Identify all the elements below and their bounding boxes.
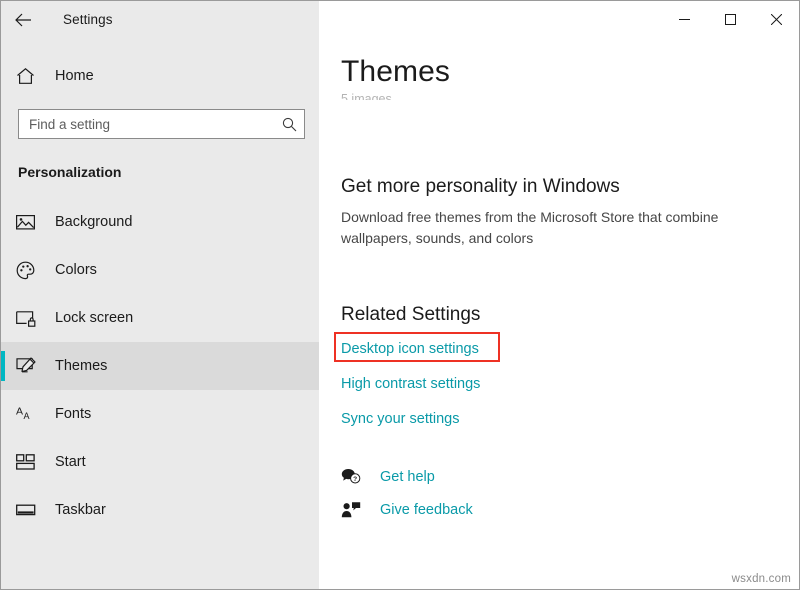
window-title: Settings bbox=[63, 12, 113, 27]
give-feedback-label: Give feedback bbox=[380, 502, 473, 518]
picture-icon bbox=[16, 214, 42, 231]
maximize-button[interactable] bbox=[707, 1, 753, 38]
sidebar-item-background[interactable]: Background bbox=[1, 198, 319, 246]
start-tiles-icon bbox=[16, 454, 42, 470]
home-label: Home bbox=[55, 68, 94, 84]
clipped-scroll-text: 5 images bbox=[341, 92, 773, 100]
content-pane: Themes 5 images Get more personality in … bbox=[319, 38, 799, 589]
sidebar-item-label: Fonts bbox=[55, 406, 91, 422]
sidebar-item-start[interactable]: Start bbox=[1, 438, 319, 486]
page-title: Themes bbox=[341, 55, 773, 89]
search-icon[interactable] bbox=[274, 117, 304, 132]
minimize-icon bbox=[679, 14, 690, 25]
close-button[interactable] bbox=[753, 1, 799, 38]
sidebar-item-label: Lock screen bbox=[55, 310, 133, 326]
content-inner: Themes 5 images Get more personality in … bbox=[319, 55, 799, 518]
sidebar-item-label: Themes bbox=[55, 358, 107, 374]
related-link-row: High contrast settings bbox=[341, 375, 773, 393]
svg-text:A: A bbox=[24, 411, 30, 421]
search-input[interactable] bbox=[19, 110, 274, 138]
sidebar-item-label: Start bbox=[55, 454, 86, 470]
sidebar-item-label: Colors bbox=[55, 262, 97, 278]
monitor-pencil-icon bbox=[16, 357, 42, 375]
maximize-icon bbox=[725, 14, 736, 25]
sidebar-item-taskbar[interactable]: Taskbar bbox=[1, 486, 319, 534]
svg-text:A: A bbox=[16, 406, 23, 418]
give-feedback-row[interactable]: Give feedback bbox=[341, 501, 486, 518]
taskbar-icon bbox=[16, 503, 42, 517]
sidebar-section-label: Personalization bbox=[18, 164, 319, 180]
sidebar-item-label: Taskbar bbox=[55, 502, 106, 518]
personality-section: Get more personality in Windows Download… bbox=[341, 176, 773, 249]
font-aa-icon: A A bbox=[16, 405, 42, 423]
get-help-label: Get help bbox=[380, 469, 435, 485]
related-link-row: Desktop icon settings bbox=[341, 340, 773, 358]
title-bar: Settings bbox=[1, 1, 799, 38]
title-bar-drag-region[interactable] bbox=[319, 1, 661, 38]
settings-window: Settings bbox=[0, 0, 800, 590]
help-bubble-icon: ? bbox=[341, 468, 371, 485]
feedback-person-icon bbox=[341, 501, 371, 518]
close-icon bbox=[771, 14, 782, 25]
minimize-button[interactable] bbox=[661, 1, 707, 38]
sidebar-item-themes[interactable]: Themes bbox=[1, 342, 319, 390]
related-settings-section: Related Settings Desktop icon settings H… bbox=[341, 304, 773, 428]
window-controls bbox=[661, 1, 799, 38]
sidebar-nav-list: Background Colors bbox=[1, 198, 319, 534]
search-box[interactable] bbox=[18, 109, 305, 139]
sidebar: Home Personalization bbox=[1, 38, 319, 589]
sidebar-item-colors[interactable]: Colors bbox=[1, 246, 319, 294]
get-help-row[interactable]: ? Get help bbox=[341, 468, 486, 485]
lock-screen-icon bbox=[16, 310, 42, 327]
related-link-row: Sync your settings bbox=[341, 410, 773, 428]
home-icon bbox=[16, 67, 42, 85]
personality-description: Download free themes from the Microsoft … bbox=[341, 207, 756, 249]
title-bar-left: Settings bbox=[1, 1, 319, 38]
palette-icon bbox=[16, 261, 42, 280]
link-high-contrast-settings[interactable]: High contrast settings bbox=[341, 376, 480, 393]
sidebar-item-home[interactable]: Home bbox=[1, 57, 319, 95]
related-links-list: Desktop icon settings High contrast sett… bbox=[341, 340, 773, 428]
watermark: wsxdn.com bbox=[732, 573, 791, 585]
related-settings-heading: Related Settings bbox=[341, 304, 773, 326]
personality-heading: Get more personality in Windows bbox=[341, 176, 773, 198]
back-button[interactable] bbox=[1, 1, 45, 38]
svg-text:?: ? bbox=[353, 476, 357, 483]
help-section: ? Get help Give feedback bbox=[341, 468, 773, 518]
link-desktop-icon-settings[interactable]: Desktop icon settings bbox=[341, 341, 479, 358]
back-arrow-icon bbox=[15, 13, 32, 27]
sidebar-item-label: Background bbox=[55, 214, 132, 230]
sidebar-item-fonts[interactable]: A A Fonts bbox=[1, 390, 319, 438]
link-sync-your-settings[interactable]: Sync your settings bbox=[341, 411, 459, 428]
sidebar-item-lock-screen[interactable]: Lock screen bbox=[1, 294, 319, 342]
